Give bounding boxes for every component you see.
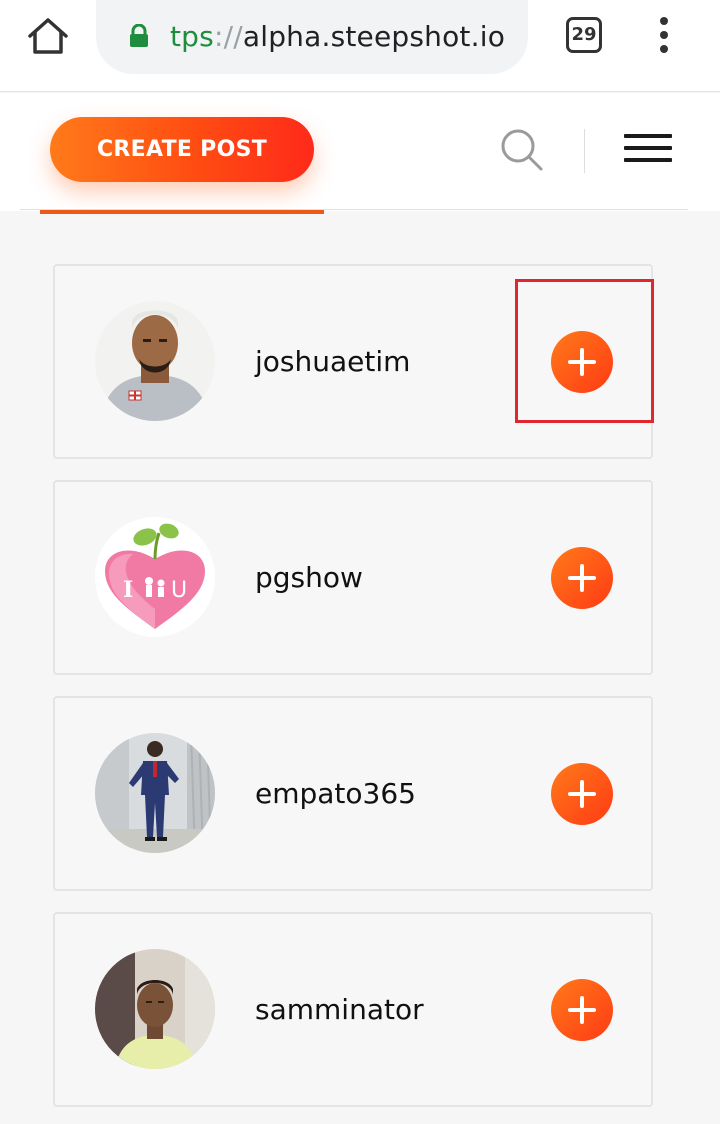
user-card: I U pgshow — [53, 480, 653, 675]
svg-text:U: U — [171, 578, 187, 603]
avatar — [95, 301, 215, 421]
highlight-annotation — [515, 279, 654, 423]
search-icon — [501, 129, 543, 171]
avatar — [95, 733, 215, 853]
lock-icon — [130, 24, 148, 47]
username[interactable]: joshuaetim — [255, 342, 410, 382]
url-text: tps://alpha.steepshot.io — [170, 19, 505, 55]
url-separator: :// — [213, 20, 243, 53]
username[interactable]: samminator — [255, 990, 424, 1030]
user-card: empato365 — [53, 696, 653, 891]
browser-menu-button[interactable] — [652, 14, 676, 58]
header-separator — [584, 129, 585, 173]
hamburger-menu-icon[interactable] — [624, 134, 672, 168]
home-icon — [28, 18, 68, 54]
follow-button[interactable] — [551, 979, 613, 1041]
browser-toolbar: tps://alpha.steepshot.io 29 — [0, 0, 720, 92]
tab-switcher-button[interactable]: 29 — [566, 17, 602, 53]
url-scheme: tps — [170, 20, 214, 53]
more-vert-icon — [660, 17, 668, 25]
follow-button[interactable] — [551, 763, 613, 825]
follow-button[interactable] — [551, 547, 613, 609]
svg-text:I: I — [123, 577, 133, 603]
url-host: alpha.steepshot.io — [242, 20, 506, 53]
username[interactable]: pgshow — [255, 558, 363, 598]
avatar: I U — [95, 517, 215, 637]
active-tab-indicator — [40, 210, 324, 214]
user-card: samminator — [53, 912, 653, 1107]
username[interactable]: empato365 — [255, 774, 416, 814]
create-post-button[interactable]: CREATE POST — [50, 117, 314, 182]
search-button[interactable] — [496, 124, 550, 178]
home-button[interactable] — [26, 16, 70, 56]
avatar — [95, 949, 215, 1069]
address-bar[interactable]: tps://alpha.steepshot.io — [96, 0, 528, 74]
